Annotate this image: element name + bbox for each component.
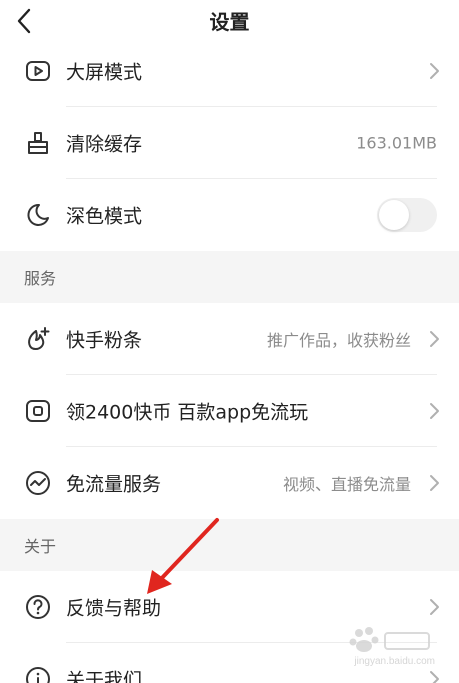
baidu-paw-logo: [349, 627, 430, 652]
watermark-text: jingyan.baidu.com: [354, 656, 435, 667]
watermark: jingyan.baidu.com: [343, 625, 435, 667]
annotation-arrow: [147, 518, 219, 594]
